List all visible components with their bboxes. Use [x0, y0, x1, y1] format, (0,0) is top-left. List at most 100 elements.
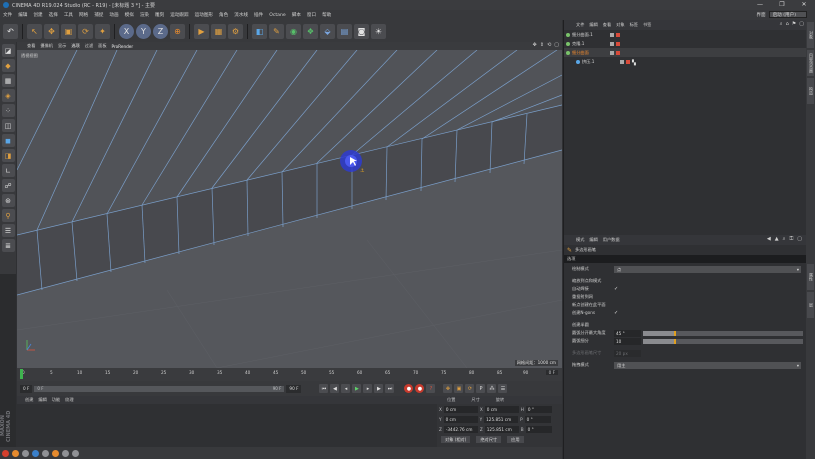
right-tab-content-browser[interactable]: 内容浏览器 [807, 50, 814, 76]
attr-tab-options[interactable]: 选项 [564, 255, 806, 263]
key-position-icon[interactable]: ✥ [443, 384, 453, 393]
enable-icon[interactable] [616, 32, 620, 37]
right-tab-structure[interactable]: 构造 [807, 78, 814, 104]
object-row[interactable]: 挤压.1 ▚ [564, 57, 806, 66]
checker-tag-icon[interactable]: ▚ [632, 60, 638, 66]
pen-icon[interactable]: ✎ [269, 23, 284, 39]
mat-menu-texture[interactable]: 纹理 [65, 397, 73, 403]
menu-render[interactable]: 渲染 [140, 12, 149, 18]
obj-menu-bookmarks[interactable]: 书签 [643, 22, 651, 28]
arc-angle-slider[interactable] [643, 330, 803, 336]
pan-icon[interactable]: ✥ [533, 42, 537, 48]
prev-key-icon[interactable]: ◀ [330, 384, 340, 393]
lock-icon[interactable]: ⚲ [1, 209, 15, 222]
menu-plugins[interactable]: 插件 [254, 12, 263, 18]
back-icon[interactable]: ◀ [767, 236, 771, 242]
menu-character[interactable]: 角色 [219, 12, 228, 18]
menu-script[interactable]: 脚本 [292, 12, 301, 18]
key-pla-icon[interactable]: ⁂ [487, 384, 497, 393]
menu-sculpt[interactable]: 雕刻 [155, 12, 164, 18]
obj-menu-view[interactable]: 查看 [603, 22, 611, 28]
subdivision-icon[interactable]: ◉ [286, 23, 301, 39]
menu-octane[interactable]: Octane [269, 13, 286, 18]
x-axis-icon[interactable]: X [119, 23, 134, 39]
frame-range-slider[interactable]: 0 F 90 F [34, 385, 285, 392]
visibility-icon[interactable] [610, 41, 614, 46]
menu-simulate[interactable]: 模拟 [125, 12, 134, 18]
recent-icon[interactable]: ✦ [95, 23, 110, 39]
up-icon[interactable]: ▲ [775, 236, 779, 242]
coord-size-mode-dropdown[interactable]: 绝对尺寸 [476, 435, 502, 443]
pointer-icon[interactable]: ↖ [27, 23, 42, 39]
menu-window[interactable]: 窗口 [307, 12, 316, 18]
prev-frame-icon[interactable]: ◂ [341, 384, 351, 393]
object-name[interactable]: 挤压.1 [582, 59, 618, 65]
key-param-icon[interactable]: P [476, 384, 486, 393]
vp-menu-prorender[interactable]: ProRender [112, 44, 134, 49]
drag-mode-dropdown[interactable]: 用主 [614, 361, 801, 369]
camera-icon[interactable]: ◙ [354, 23, 369, 39]
render-view-icon[interactable]: ▶ [194, 23, 209, 39]
attr-menu-edit[interactable]: 编辑 [589, 237, 597, 243]
toggle-view-icon[interactable]: ▢ [554, 42, 559, 48]
visibility-icon[interactable] [610, 50, 614, 55]
orbit-icon[interactable]: ⟲ [547, 42, 551, 48]
option-checkbox[interactable]: ✓ [614, 286, 618, 292]
object-row[interactable]: 细分曲面.1 [564, 30, 806, 39]
mat-menu-function[interactable]: 功能 [52, 397, 60, 403]
menu-animate[interactable]: 动画 [109, 12, 118, 18]
vp-menu-filter[interactable]: 过滤 [85, 43, 93, 49]
record-icon[interactable]: ● [404, 384, 414, 393]
menu-file[interactable]: 文件 [3, 12, 12, 18]
points-mode-icon[interactable]: ⁘ [1, 104, 15, 117]
key-rotation-icon[interactable]: ⟳ [465, 384, 475, 393]
end-frame-field[interactable]: 90 F [286, 384, 302, 393]
zoom-icon[interactable]: ⇕ [540, 42, 544, 48]
maximize-button[interactable]: ❐ [771, 0, 793, 10]
right-tab-layers[interactable]: 层 [807, 292, 814, 318]
object-name[interactable]: 细分曲面.1 [572, 32, 608, 38]
layer-icon[interactable]: ≣ [1, 239, 15, 252]
obj-menu-object[interactable]: 对象 [616, 22, 624, 28]
vp-menu-camera[interactable]: 摄像机 [40, 43, 53, 49]
coord-apply-button[interactable]: 应用 [507, 435, 524, 443]
attr-menu-mode[interactable]: 模式 [576, 237, 584, 243]
position-z-field[interactable]: -3442.76 cm [443, 425, 478, 433]
vp-menu-panel[interactable]: 面板 [98, 43, 106, 49]
object-expand-icon[interactable] [566, 50, 570, 55]
start-frame-field[interactable]: 0 F [20, 384, 33, 393]
coord-system-icon[interactable]: ⊕ [170, 23, 185, 39]
vp-menu-display[interactable]: 显示 [58, 43, 66, 49]
menu-mograph[interactable]: 运动图形 [195, 12, 213, 18]
tweak-icon[interactable]: ☍ [1, 179, 15, 192]
draw-mode-dropdown[interactable]: 点 [614, 265, 801, 273]
object-row-selected[interactable]: 细分曲面 [564, 48, 806, 57]
timeline-window-icon[interactable]: ☰ [498, 384, 508, 393]
axis-mode-icon[interactable]: ∟ [1, 164, 15, 177]
coord-mode-dropdown[interactable]: 对象 (相对) [441, 435, 471, 443]
arc-angle-field[interactable]: 45 ° [614, 329, 641, 337]
search-icon[interactable]: ⌕ [783, 236, 786, 242]
vp-menu-view[interactable]: 查看 [27, 43, 35, 49]
position-y-field[interactable]: 0 cm [443, 415, 478, 423]
edges-mode-icon[interactable]: ◫ [1, 119, 15, 132]
vp-menu-options[interactable]: 选项 [71, 43, 79, 49]
rotation-p-field[interactable]: 0 ° [524, 415, 551, 423]
light-icon[interactable]: ☀ [371, 23, 386, 39]
close-button[interactable]: ✕ [793, 0, 815, 10]
size-x-field[interactable]: 0 cm [484, 405, 519, 413]
rotate-icon[interactable]: ⟳ [78, 23, 93, 39]
deformer-icon[interactable]: ⬙ [320, 23, 335, 39]
snap-icon[interactable]: ⊛ [1, 194, 15, 207]
menu-mesh[interactable]: 网格 [79, 12, 88, 18]
obj-menu-edit[interactable]: 编辑 [589, 22, 597, 28]
viewport[interactable]: ⚓ 透视视图 网格间距：1000 cm [17, 50, 562, 368]
play-icon[interactable]: ▶ [352, 384, 362, 393]
undo-icon[interactable]: ↶ [3, 23, 18, 39]
cube-icon[interactable]: ◧ [252, 23, 267, 39]
enable-icon[interactable] [626, 59, 630, 64]
autokey-icon[interactable]: ● [415, 384, 425, 393]
menu-create[interactable]: 创建 [33, 12, 42, 18]
model-mode-icon[interactable]: ◆ [1, 59, 15, 72]
position-x-field[interactable]: 0 cm [443, 405, 478, 413]
